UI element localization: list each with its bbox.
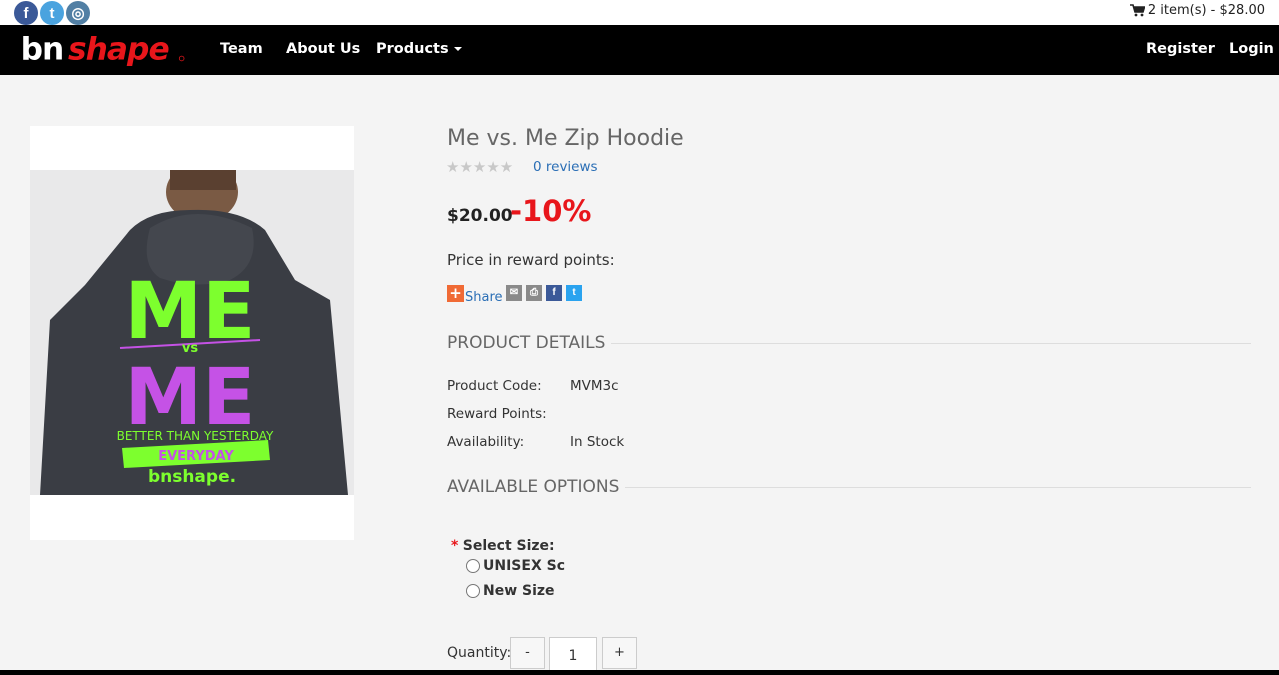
divider — [625, 486, 1251, 488]
detail-label: Availability: — [447, 434, 525, 450]
reviews-link[interactable]: 0 reviews — [533, 159, 598, 175]
available-options-title: AVAILABLE OPTIONS — [447, 477, 620, 497]
quantity-decrement-button[interactable]: - — [510, 637, 545, 669]
product-details-heading: PRODUCT DETAILS — [447, 333, 1251, 353]
cart-summary-text: 2 item(s) - $28.00 — [1147, 3, 1265, 18]
nav-about-us[interactable]: About Us — [286, 41, 360, 57]
detail-row-availability: Availability: In Stock — [447, 434, 624, 450]
print-banner: EVERYDAY — [158, 449, 234, 464]
chevron-down-icon — [453, 47, 462, 51]
svg-text:shape: shape — [68, 31, 169, 67]
reward-price-label: Price in reward points: — [447, 251, 615, 269]
size-option-label: UNISEX Sc — [483, 558, 565, 574]
nav-products-label: Products — [376, 41, 449, 57]
detail-label: Product Code: — [447, 378, 542, 394]
required-mark: * — [451, 538, 459, 554]
top-strip: f t ◎ 2 item(s) - $28.00 — [0, 0, 1279, 25]
register-link[interactable]: Register — [1146, 41, 1215, 57]
select-size-text: Select Size: — [462, 538, 555, 554]
detail-value: MVM3c — [570, 378, 619, 394]
print-brand: bnshape. — [148, 467, 236, 487]
product-title: Me vs. Me Zip Hoodie — [447, 126, 684, 151]
nav-products[interactable]: Products — [376, 41, 462, 57]
bnshape-logo[interactable]: bn shape — [16, 31, 191, 67]
select-size-label: * Select Size: — [451, 538, 555, 554]
product-details-title: PRODUCT DETAILS — [447, 333, 606, 353]
radio-button[interactable] — [466, 584, 480, 598]
detail-row-reward-points: Reward Points: — [447, 406, 570, 422]
bottom-edge — [0, 670, 1279, 675]
product-price: $20.00 — [447, 206, 513, 226]
discount-badge: -10% — [510, 194, 592, 228]
login-link[interactable]: Login — [1229, 41, 1274, 57]
radio-button[interactable] — [466, 559, 480, 573]
size-option-unisex[interactable]: UNISEX Sc — [466, 558, 565, 574]
email-icon[interactable]: ✉ — [506, 285, 522, 301]
size-option-new[interactable]: New Size — [466, 583, 555, 599]
print-icon[interactable]: ⎙ — [526, 285, 542, 301]
product-image: ME vs ME BETTER THAN YESTERDAY EVERYDAY … — [30, 170, 354, 495]
twitter-share-icon[interactable]: t — [566, 285, 582, 301]
detail-label: Reward Points: — [447, 406, 547, 422]
available-options-heading: AVAILABLE OPTIONS — [447, 477, 1251, 497]
print-slogan: BETTER THAN YESTERDAY — [117, 429, 274, 443]
nav-team[interactable]: Team — [220, 41, 263, 57]
shopping-cart-icon — [1129, 4, 1145, 17]
instagram-icon[interactable]: ◎ — [66, 1, 90, 25]
cart-summary[interactable]: 2 item(s) - $28.00 — [1129, 3, 1265, 18]
detail-value: In Stock — [570, 434, 625, 450]
facebook-icon[interactable]: f — [14, 1, 38, 25]
rating-stars: ★★★★★ — [446, 158, 514, 176]
svg-text:bn: bn — [21, 31, 64, 67]
social-links: f t ◎ — [14, 1, 90, 25]
twitter-icon[interactable]: t — [40, 1, 64, 25]
facebook-share-icon[interactable]: f — [546, 285, 562, 301]
share-link[interactable]: Share — [465, 290, 503, 305]
addthis-plus-icon[interactable]: + — [447, 285, 464, 302]
quantity-label: Quantity: — [447, 645, 512, 661]
quantity-increment-button[interactable]: + — [602, 637, 637, 669]
product-image-frame[interactable]: ME vs ME BETTER THAN YESTERDAY EVERYDAY … — [30, 126, 354, 540]
main-navbar: bn shape Team About Us Products Register… — [0, 25, 1279, 75]
detail-row-product-code: Product Code: MVM3c — [447, 378, 619, 394]
divider — [611, 342, 1251, 344]
size-option-label: New Size — [483, 583, 555, 599]
